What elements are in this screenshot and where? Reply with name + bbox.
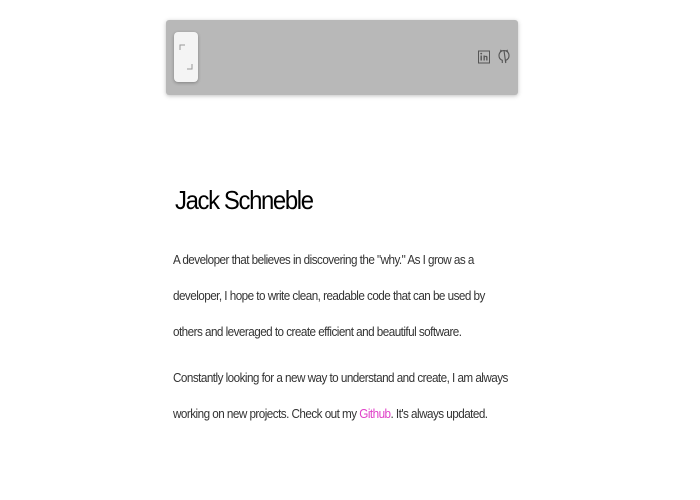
github-icon[interactable]: [497, 48, 511, 66]
projects-text-end: . It's always updated.: [390, 406, 489, 421]
navbar: [166, 20, 518, 95]
github-link[interactable]: Github: [359, 406, 391, 421]
intro-section: Jack Schneble A developer that believes …: [173, 180, 518, 432]
linkedin-icon[interactable]: [477, 48, 491, 66]
intro-paragraph: A developer that believes in discovering…: [173, 252, 485, 339]
page-title: Jack Schneble: [175, 185, 314, 215]
projects-paragraph: Constantly looking for a new way to unde…: [173, 360, 515, 432]
bracket-logo-icon: [179, 44, 193, 70]
logo-button[interactable]: [174, 32, 198, 82]
